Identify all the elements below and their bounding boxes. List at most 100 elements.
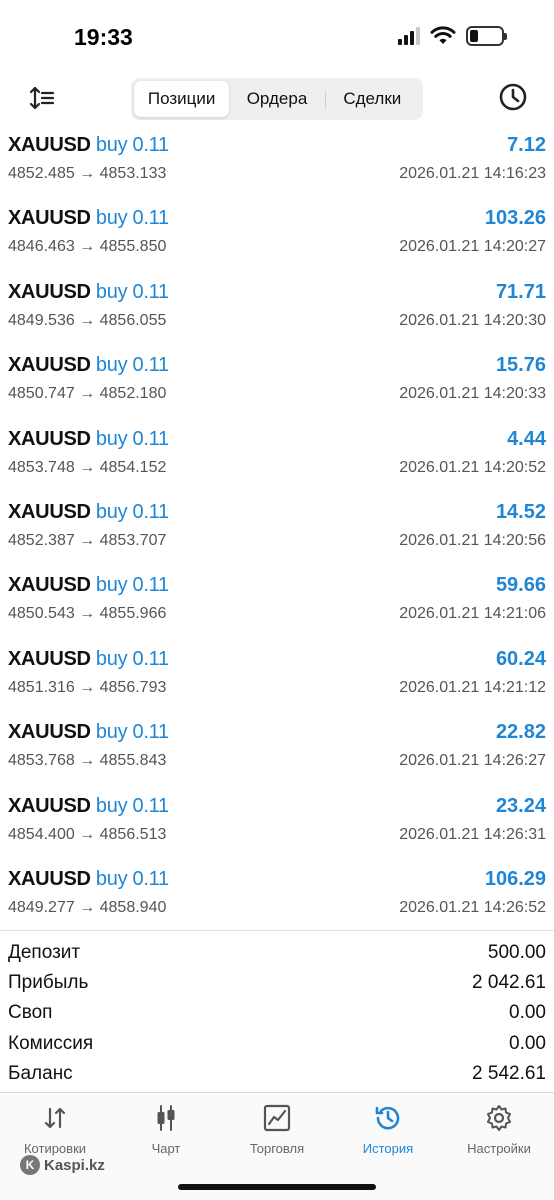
deal-prices: 4849.277 → 4858.940 bbox=[8, 898, 167, 916]
summary-row: Депозит 500.00 bbox=[0, 938, 554, 968]
deal-symbol: XAUUSD bbox=[8, 134, 91, 156]
kaspi-logo-icon: K bbox=[20, 1155, 40, 1175]
deal-row[interactable]: XAUUSD buy 0.11 22.82 4853.768 → 4855.843 2… bbox=[0, 715, 554, 788]
tab-orders[interactable]: Ордера bbox=[229, 81, 324, 117]
deal-time: 2026.01.21 14:26:27 bbox=[399, 752, 546, 770]
deal-profit: 4.44 bbox=[507, 427, 546, 450]
tab-settings[interactable]: Настройки bbox=[444, 1103, 554, 1156]
tab-history-label: История bbox=[362, 1141, 414, 1156]
deal-row[interactable]: XAUUSD buy 0.11 59.66 4850.543 → 4855.966 2… bbox=[0, 568, 554, 641]
tab-quotes[interactable]: Котировки bbox=[0, 1103, 110, 1156]
deal-prices: 4849.536 → 4856.055 bbox=[8, 311, 167, 329]
deal-title: XAUUSD buy 0.11 bbox=[8, 207, 169, 230]
battery-icon bbox=[466, 26, 507, 46]
deal-symbol: XAUUSD bbox=[8, 354, 91, 377]
deal-title: XAUUSD buy 0.11 bbox=[8, 648, 169, 671]
deal-row[interactable]: XAUUSD buy 0.11 103.26 4846.463 → 4855.850… bbox=[0, 201, 554, 274]
deal-title: XAUUSD buy 0.11 bbox=[8, 501, 169, 524]
settings-icon bbox=[487, 1105, 511, 1131]
deal-row[interactable]: XAUUSD buy 0.11 60.24 4851.316 → 4856.793 2… bbox=[0, 642, 554, 715]
deal-profit: 59.66 bbox=[495, 574, 546, 597]
watermark-text: Kaspi.kz bbox=[44, 1156, 105, 1174]
deal-profit: 103.26 bbox=[484, 207, 546, 230]
deal-prices: 4850.543 → 4855.966 bbox=[8, 605, 167, 623]
tab-chart[interactable]: Чарт bbox=[111, 1103, 221, 1156]
deal-prices: 4846.463 → 4855.850 bbox=[8, 238, 167, 256]
summary-value: 2 042.61 bbox=[472, 972, 546, 994]
deal-direction: buy 0.11 bbox=[95, 867, 169, 890]
sort-icon[interactable] bbox=[28, 84, 56, 112]
deal-prices: 4851.316 → 4856.793 bbox=[8, 678, 167, 696]
deal-direction: buy 0.11 bbox=[95, 207, 169, 230]
deal-direction: buy 0.11 bbox=[95, 574, 169, 597]
deal-profit: 23.24 bbox=[495, 794, 546, 817]
deal-direction: buy 0.11 bbox=[95, 647, 169, 670]
deal-direction: buy 0.11 bbox=[95, 721, 169, 744]
deal-row[interactable]: XAUUSD buy 0.11 15.76 4850.747 → 4852.180 2… bbox=[0, 348, 554, 421]
deal-symbol: XAUUSD bbox=[8, 427, 91, 450]
deal-prices: 4850.747 → 4852.180 bbox=[8, 385, 167, 403]
deal-symbol: XAUUSD bbox=[8, 500, 91, 523]
deals-list: XAUUSD buy 0.11 7.12 4852.485 → 4853.133 20… bbox=[0, 128, 554, 935]
deal-time: 2026.01.21 14:26:31 bbox=[399, 825, 546, 843]
deal-title: XAUUSD buy 0.11 bbox=[8, 868, 169, 891]
summary-row: Прибыль 2 042.61 bbox=[0, 968, 554, 998]
deal-time: 2026.01.21 14:20:33 bbox=[399, 385, 546, 403]
segmented-control: Позиции Ордера Сделки bbox=[131, 78, 423, 120]
deal-row[interactable]: XAUUSD buy 0.11 14.52 4852.387 → 4853.707 2… bbox=[0, 495, 554, 568]
deal-direction: buy 0.11 bbox=[95, 134, 169, 156]
deal-profit: 14.52 bbox=[495, 500, 546, 523]
deal-symbol: XAUUSD bbox=[8, 207, 91, 230]
summary-label: Своп bbox=[8, 1002, 53, 1024]
deal-symbol: XAUUSD bbox=[8, 574, 91, 597]
summary-label: Депозит bbox=[8, 942, 81, 964]
deal-time: 2026.01.21 14:20:27 bbox=[399, 238, 546, 256]
deal-prices: 4853.748 → 4854.152 bbox=[8, 458, 167, 476]
deal-profit: 106.29 bbox=[484, 867, 546, 890]
trade-icon bbox=[263, 1104, 291, 1132]
deal-prices: 4852.387 → 4853.707 bbox=[8, 531, 167, 549]
summary: Депозит 500.00 Прибыль 2 042.61 Своп 0.00 Коми… bbox=[0, 930, 554, 1089]
tab-chart-label: Чарт bbox=[151, 1141, 181, 1156]
tab-deals[interactable]: Сделки bbox=[324, 81, 420, 117]
deal-row[interactable]: XAUUSD buy 0.11 7.12 4852.485 → 4853.133 20… bbox=[0, 128, 554, 201]
clock-icon[interactable] bbox=[498, 82, 528, 112]
deal-symbol: XAUUSD bbox=[8, 280, 91, 303]
deal-direction: buy 0.11 bbox=[95, 280, 169, 303]
status-bar: 19:33 bbox=[0, 0, 554, 72]
quotes-icon bbox=[44, 1107, 66, 1129]
summary-label: Прибыль bbox=[8, 972, 89, 994]
deal-direction: buy 0.11 bbox=[95, 794, 169, 817]
summary-label: Баланс bbox=[8, 1062, 73, 1084]
chart-icon bbox=[157, 1105, 175, 1131]
deal-time: 2026.01.21 14:20:52 bbox=[399, 458, 546, 476]
status-time: 19:33 bbox=[74, 24, 133, 50]
deal-direction: buy 0.11 bbox=[95, 500, 169, 523]
deal-title: XAUUSD buy 0.11 bbox=[8, 134, 169, 157]
deal-row[interactable]: XAUUSD buy 0.11 4.44 4853.748 → 4854.152 20… bbox=[0, 422, 554, 495]
deal-row[interactable]: XAUUSD buy 0.11 71.71 4849.536 → 4856.055 2… bbox=[0, 275, 554, 348]
deal-symbol: XAUUSD bbox=[8, 721, 91, 744]
home-indicator bbox=[178, 1184, 376, 1190]
deal-profit: 7.12 bbox=[507, 134, 546, 156]
summary-row: Комиссия 0.00 bbox=[0, 1029, 554, 1059]
summary-value: 0.00 bbox=[509, 1032, 546, 1054]
deal-prices: 4853.768 → 4855.843 bbox=[8, 752, 167, 770]
deal-profit: 60.24 bbox=[495, 647, 546, 670]
tab-trade[interactable]: Торговля bbox=[222, 1103, 332, 1156]
summary-value: 0.00 bbox=[509, 1002, 546, 1024]
history-icon bbox=[375, 1106, 400, 1130]
deal-row[interactable]: XAUUSD buy 0.11 23.24 4854.400 → 4856.513 2… bbox=[0, 789, 554, 862]
tab-positions[interactable]: Позиции bbox=[134, 81, 230, 117]
deal-symbol: XAUUSD bbox=[8, 867, 91, 890]
deal-direction: buy 0.11 bbox=[95, 427, 169, 450]
deal-profit: 15.76 bbox=[495, 354, 546, 377]
deal-title: XAUUSD buy 0.11 bbox=[8, 574, 169, 597]
deal-profit: 22.82 bbox=[495, 721, 546, 744]
deal-profit: 71.71 bbox=[495, 280, 546, 303]
wifi-icon bbox=[430, 26, 456, 44]
deal-title: XAUUSD buy 0.11 bbox=[8, 354, 169, 377]
summary-value: 2 542.61 bbox=[472, 1062, 546, 1084]
tab-history[interactable]: История bbox=[333, 1103, 443, 1156]
deal-row[interactable]: XAUUSD buy 0.11 106.29 4849.277 → 4858.940… bbox=[0, 862, 554, 935]
